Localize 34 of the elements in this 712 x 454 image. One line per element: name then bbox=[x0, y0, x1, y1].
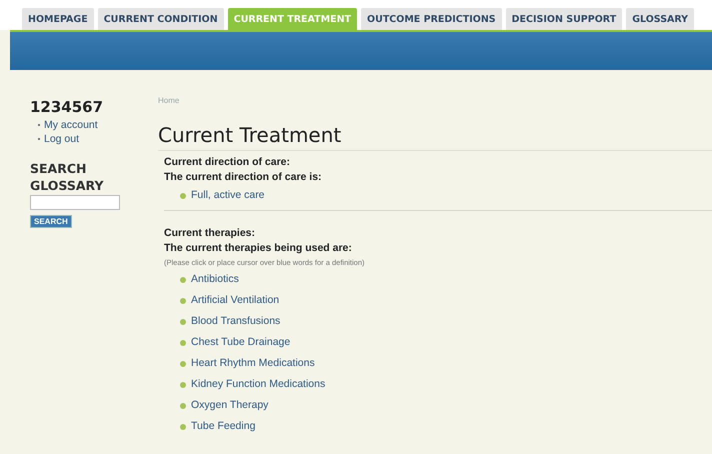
bullet-icon bbox=[180, 192, 186, 198]
term-link[interactable]: Heart Rhythm Medications bbox=[191, 353, 315, 374]
term-link[interactable]: Chest Tube Drainage bbox=[191, 332, 290, 353]
bullet-icon bbox=[180, 360, 186, 366]
section-intro: The current direction of care is: bbox=[164, 170, 323, 185]
bullet-icon bbox=[180, 318, 186, 324]
search-button[interactable]: SEARCH bbox=[30, 215, 72, 228]
sidebar-link[interactable]: My account bbox=[44, 118, 98, 132]
nav-tab[interactable]: CURRENT CONDITION bbox=[98, 8, 224, 30]
bullet-icon bbox=[180, 424, 186, 430]
nav-tab[interactable]: DECISION SUPPORT bbox=[506, 8, 622, 30]
term-link[interactable]: Artificial Ventilation bbox=[191, 290, 280, 311]
bullet-icon bbox=[180, 298, 186, 304]
nav-tab[interactable]: GLOSSARY bbox=[626, 8, 694, 30]
bullet-icon bbox=[180, 382, 186, 388]
bullet-icon bbox=[180, 402, 186, 408]
term-link[interactable]: Full, active care bbox=[191, 185, 265, 206]
user-id: 1234567 bbox=[30, 98, 104, 116]
term-link[interactable]: Oxygen Therapy bbox=[191, 395, 268, 416]
section-heading: Current therapies: bbox=[164, 226, 256, 241]
nav-tab[interactable]: OUTCOME PREDICTIONS bbox=[361, 8, 502, 30]
sidebar-link[interactable]: Log out bbox=[44, 132, 80, 146]
nav-tab[interactable]: HOMEPAGE bbox=[22, 8, 94, 30]
search-heading: SEARCH GLOSSARY bbox=[30, 160, 105, 194]
page-title: Current Treatment bbox=[158, 123, 712, 151]
bullet-icon bbox=[180, 340, 186, 346]
term-link[interactable]: Antibiotics bbox=[191, 269, 239, 290]
search-field[interactable] bbox=[30, 195, 120, 210]
section-heading: Current direction of care: bbox=[164, 155, 292, 170]
term-link[interactable]: Kidney Function Medications bbox=[191, 374, 326, 395]
term-link[interactable]: Tube Feeding bbox=[191, 416, 256, 437]
bullet-icon bbox=[180, 276, 186, 282]
section-intro: The current therapies being used are: bbox=[164, 241, 353, 256]
term-link[interactable]: Blood Transfusions bbox=[191, 311, 280, 332]
